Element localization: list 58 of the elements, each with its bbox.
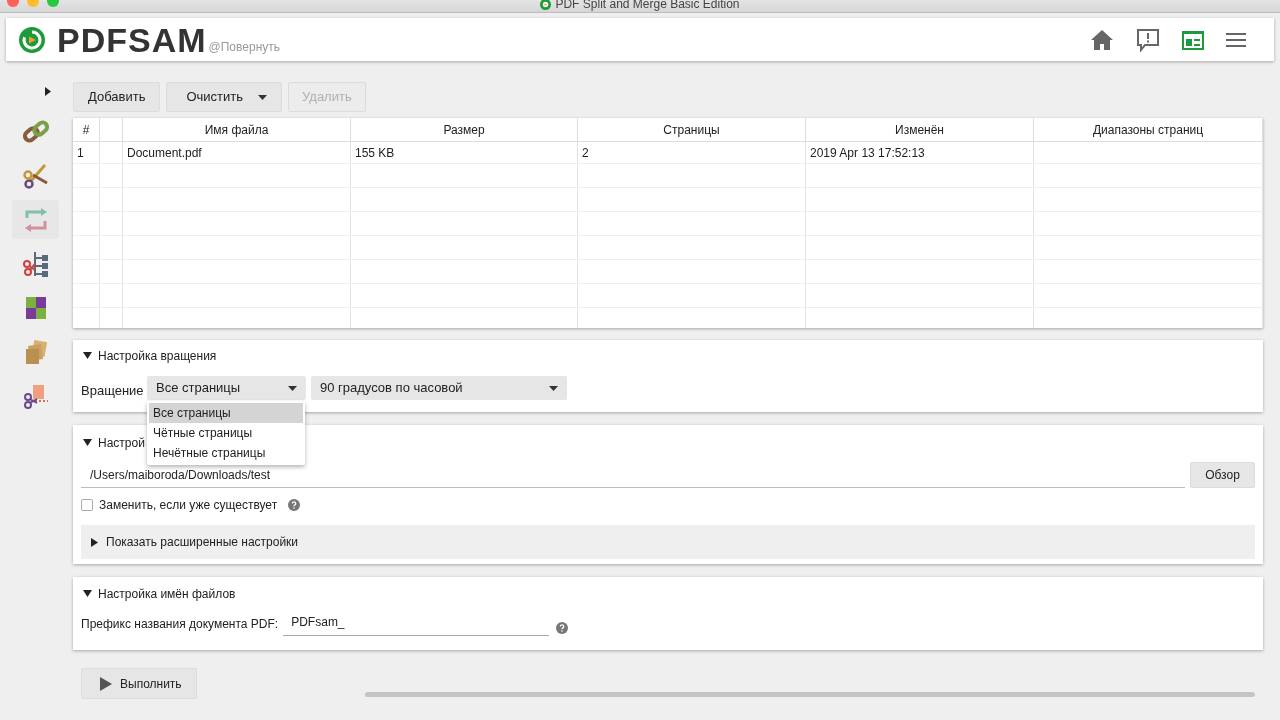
- table-cell-text: 2: [582, 144, 589, 162]
- destination-field[interactable]: /Users/maiboroda/Downloads/test: [81, 466, 1185, 488]
- table-cell-text: 155 KB: [355, 144, 395, 162]
- prefix-field[interactable]: PDFsam_: [283, 614, 550, 636]
- split-button[interactable]: Очистить: [166, 82, 283, 112]
- menu-item[interactable]: Нечётные страницы: [149, 443, 303, 463]
- menu-icon[interactable]: [1226, 32, 1246, 47]
- section-title: Настрой: [98, 435, 145, 452]
- play-icon: [100, 676, 112, 691]
- column-header[interactable]: Изменён: [895, 120, 944, 139]
- pages-dropdown[interactable]: Все страницы: [147, 376, 306, 400]
- column-header[interactable]: Размер: [443, 120, 485, 139]
- expander-label[interactable]: Показать расширенные настройки: [106, 533, 299, 551]
- expand-triangle-icon[interactable]: [91, 537, 99, 547]
- app-logo-icon: [540, 0, 552, 10]
- column-header[interactable]: #: [82, 120, 90, 139]
- app-logo-icon: [18, 25, 46, 54]
- table-row[interactable]: 1 Document.pdf 155 KB 2 2019 Apr 13 17:52:13: [73, 142, 1263, 164]
- section-title: Настройка вращения: [98, 348, 217, 365]
- menu-item[interactable]: Все страницы: [149, 403, 303, 423]
- toolbar-button[interactable]: Добавить: [73, 82, 161, 112]
- chain-link-icon: [21, 118, 50, 145]
- scissors-tree-icon: [22, 249, 49, 278]
- logo-text: PDFSAM: [57, 21, 207, 58]
- sidebar-toggle-icon[interactable]: [44, 87, 51, 96]
- angle-dropdown[interactable]: 90 градусов по часовой: [311, 376, 567, 400]
- column-header[interactable]: Диапазоны страниц: [1092, 120, 1204, 139]
- run-button[interactable]: Выполнить: [81, 668, 197, 699]
- advanced-settings-bar[interactable]: Показать расширенные настройки: [81, 525, 1255, 559]
- caret-icon[interactable]: [288, 385, 297, 391]
- column-header[interactable]: Страницы: [663, 120, 720, 139]
- table-cell-text: Document.pdf: [127, 144, 202, 162]
- home-icon[interactable]: [1090, 28, 1114, 51]
- browse-button[interactable]: Обзор: [1190, 462, 1255, 488]
- collapse-triangle-icon[interactable]: [83, 590, 92, 598]
- horizontal-scrollbar[interactable]: [365, 692, 1255, 697]
- column-header[interactable]: Имя файла: [204, 120, 269, 139]
- menu-item[interactable]: Чётные страницы: [149, 423, 303, 443]
- window-title: PDF Split and Merge Basic Edition: [555, 0, 740, 10]
- checkbox[interactable]: [81, 499, 93, 511]
- collapse-triangle-icon[interactable]: [83, 439, 92, 447]
- table-cell-text: 1: [77, 144, 84, 162]
- scissors-page-icon: [22, 382, 49, 409]
- feedback-icon[interactable]: [1136, 27, 1160, 52]
- collapse-triangle-icon[interactable]: [83, 352, 92, 360]
- news-icon[interactable]: [1182, 29, 1204, 50]
- checkbox-label: Заменить, если уже существует: [99, 497, 278, 514]
- help-icon[interactable]: [556, 622, 569, 634]
- scissors-icon: [22, 162, 49, 189]
- table-cell-text: 2019 Apr 13 17:52:13: [810, 144, 925, 162]
- section-title: Настройка имён файлов: [98, 586, 236, 603]
- mixed-squares-icon: [23, 294, 48, 321]
- module-subtitle: @Повернуть: [208, 38, 280, 56]
- caret-icon[interactable]: [549, 385, 558, 391]
- field-label: Вращение: [81, 382, 145, 401]
- field-label: Префикс названия документа PDF:: [81, 616, 279, 633]
- caret-icon[interactable]: [258, 94, 268, 100]
- help-icon[interactable]: [288, 499, 301, 511]
